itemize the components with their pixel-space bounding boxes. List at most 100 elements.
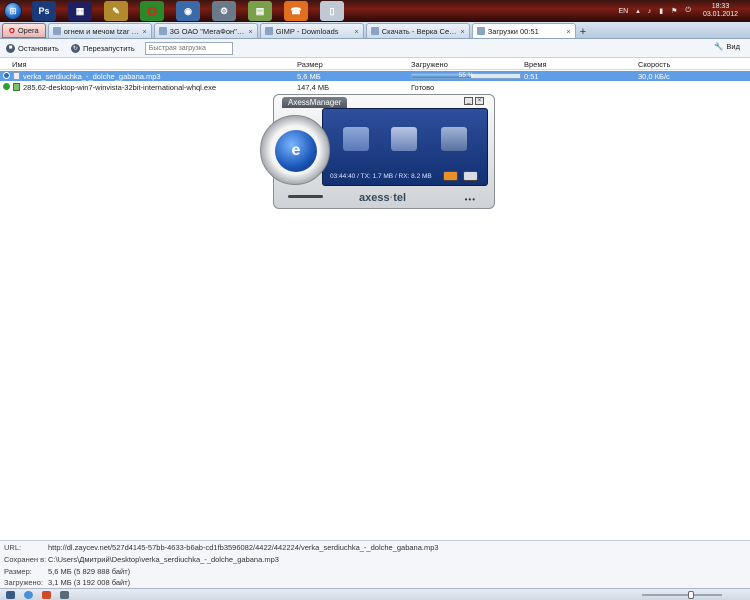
- restart-button[interactable]: ↻ Перезапустить: [70, 43, 135, 53]
- tab-label: Скачать - Верка Серд...: [381, 26, 459, 36]
- col-time[interactable]: Время: [524, 60, 547, 69]
- connect-button[interactable]: e: [275, 130, 317, 172]
- axess-connect-ring[interactable]: e: [260, 115, 330, 185]
- tab-downloads[interactable]: Загрузки 00:51 ×: [471, 23, 576, 38]
- opera-logo-icon: O: [9, 26, 15, 35]
- contacts-icon[interactable]: [391, 127, 417, 151]
- flag-icon[interactable]: ⚑: [671, 7, 677, 15]
- card-slot: [288, 195, 323, 198]
- panel-toggle-icon[interactable]: [6, 591, 15, 599]
- minimize-button[interactable]: _: [464, 97, 473, 105]
- turbo-icon[interactable]: [42, 591, 51, 599]
- zoom-knob[interactable]: [688, 591, 694, 599]
- traffic-stats: 03:44:40 / TX: 1.7 MB / RX: 8.2 MB: [330, 173, 432, 180]
- loaded-value: 3,1 МБ (3 192 008 байт): [48, 578, 131, 587]
- download-row[interactable]: 285.62-desktop-win7-winvista-32bit-inter…: [0, 82, 750, 92]
- opera-menu-button[interactable]: O Opera: [2, 23, 46, 38]
- tab-2[interactable]: 3G ОАО "МегаФон" - ... ×: [153, 23, 258, 38]
- view-button[interactable]: 🔧 Вид: [714, 42, 740, 51]
- download-status: Готово: [411, 83, 435, 92]
- tab-3[interactable]: GIMP - Downloads ×: [259, 23, 364, 38]
- col-speed[interactable]: Скорость: [638, 60, 670, 69]
- tab-label: Загрузки 00:51: [487, 26, 539, 36]
- close-icon[interactable]: ×: [354, 27, 358, 36]
- messenger-icon[interactable]: ☎: [284, 1, 308, 21]
- arrow-icon[interactable]: ▴: [636, 7, 640, 15]
- restart-icon: ↻: [70, 43, 80, 53]
- progress-text: 55 %: [458, 72, 474, 79]
- cloud-icon[interactable]: [24, 591, 33, 599]
- photoshop-icon[interactable]: Ps: [32, 1, 56, 21]
- image-icon[interactable]: [60, 591, 69, 599]
- close-button[interactable]: ×: [475, 97, 484, 105]
- saved-value[interactable]: C:\Users\Дмитрий\Desktop\verka_serdiuchk…: [48, 555, 279, 564]
- file-name: verka_serdiuchka_-_dolche_gabana.mp3: [23, 72, 161, 81]
- mail-icon[interactable]: [343, 127, 369, 151]
- close-icon[interactable]: ×: [142, 27, 146, 36]
- downloading-status-icon: [3, 72, 10, 79]
- col-downloaded[interactable]: Загружено: [411, 60, 448, 69]
- axess-title: AxessManager: [282, 97, 348, 108]
- menu-dots-icon[interactable]: •••: [465, 195, 476, 204]
- volume-icon[interactable]: ♪: [648, 8, 652, 15]
- col-size[interactable]: Размер: [297, 60, 323, 69]
- document-icon[interactable]: ▯: [320, 1, 344, 21]
- close-icon[interactable]: ×: [566, 27, 570, 36]
- download-row[interactable]: verka_serdiuchka_-_dolche_gabana.mp3 5,6…: [0, 71, 750, 81]
- stop-button[interactable]: ■ Остановить: [6, 43, 59, 53]
- network-tray-icon[interactable]: ▮: [659, 7, 663, 15]
- system-tray: EN ▴ ♪ ▮ ⚑ ⏻ 18:33 03.01.2012: [615, 0, 750, 22]
- tab-label: 3G ОАО "МегаФон" - ...: [169, 26, 247, 36]
- download-icon: [476, 27, 485, 35]
- size-label: Размер:: [4, 567, 32, 576]
- tab-1[interactable]: огнем и мечом tzar —... ×: [47, 23, 152, 38]
- tools-icon[interactable]: ✎: [104, 1, 128, 21]
- opera-icon[interactable]: O: [140, 1, 164, 21]
- page-icon: [264, 27, 273, 35]
- size-value: 5,6 МБ (5 829 888 байт): [48, 567, 131, 576]
- app-icon[interactable]: ▦: [68, 1, 92, 21]
- file-name: 285.62-desktop-win7-winvista-32bit-inter…: [23, 83, 217, 92]
- axess-logo-letter: e: [291, 142, 301, 159]
- wrench-icon: 🔧: [714, 42, 724, 51]
- tab-4[interactable]: Скачать - Верка Серд... ×: [365, 23, 470, 38]
- view-label: Вид: [726, 42, 740, 51]
- loaded-label: Загружено:: [4, 578, 43, 587]
- progress-bar: 55 %: [411, 72, 521, 79]
- zoom-slider[interactable]: [642, 591, 722, 599]
- stop-icon: ■: [6, 43, 15, 53]
- close-icon[interactable]: ×: [248, 27, 252, 36]
- file-icon: [13, 72, 20, 80]
- folder-icon[interactable]: ▤: [248, 1, 272, 21]
- phone-icon[interactable]: [441, 127, 467, 151]
- url-label: URL:: [4, 543, 22, 552]
- clock[interactable]: 18:33 03.01.2012: [703, 3, 738, 19]
- axess-manager-window[interactable]: AxessManager _ × 03:44:40 / TX: 1.7 MB /…: [260, 94, 495, 209]
- new-tab-button[interactable]: +: [580, 26, 586, 38]
- saved-label: Сохранен в:: [4, 555, 47, 564]
- power-icon[interactable]: ⏻: [685, 7, 691, 15]
- start-button[interactable]: ⊞: [0, 0, 26, 22]
- tab-label: огнем и мечом tzar —...: [63, 26, 141, 36]
- file-size: 147,4 МБ: [297, 83, 330, 92]
- windows-logo-icon: ⊞: [4, 2, 22, 20]
- col-name[interactable]: Имя: [12, 60, 27, 69]
- page-icon: [52, 27, 61, 35]
- exe-file-icon: [13, 83, 20, 91]
- quick-download-input[interactable]: [144, 41, 233, 55]
- language-indicator[interactable]: EN: [619, 8, 629, 15]
- axess-screen: 03:44:40 / TX: 1.7 MB / RX: 8.2 MB: [322, 108, 488, 186]
- settings-icon[interactable]: ⚙: [212, 1, 236, 21]
- power-button[interactable]: [463, 171, 478, 181]
- settings-button[interactable]: [443, 171, 458, 181]
- network-icon[interactable]: ◉: [176, 1, 200, 21]
- download-details: URL: http://dl.zaycev.net/527d4145-57bb-…: [0, 540, 750, 588]
- close-icon[interactable]: ×: [460, 27, 464, 36]
- time-remaining: 0:51: [524, 72, 539, 81]
- clock-time: 18:33: [711, 3, 730, 10]
- page-icon: [370, 27, 379, 35]
- opera-menu-label: Opera: [17, 26, 39, 35]
- windows-taskbar: ⊞ Ps ▦ ✎ O ◉ ⚙ ▤ ☎ ▯ EN ▴ ♪ ▮ ⚑ ⏻ 18:33 …: [0, 0, 750, 22]
- url-value[interactable]: http://dl.zaycev.net/527d4145-57bb-4633-…: [48, 543, 439, 552]
- column-headers: Имя Размер Загружено Время Скорость: [0, 59, 750, 70]
